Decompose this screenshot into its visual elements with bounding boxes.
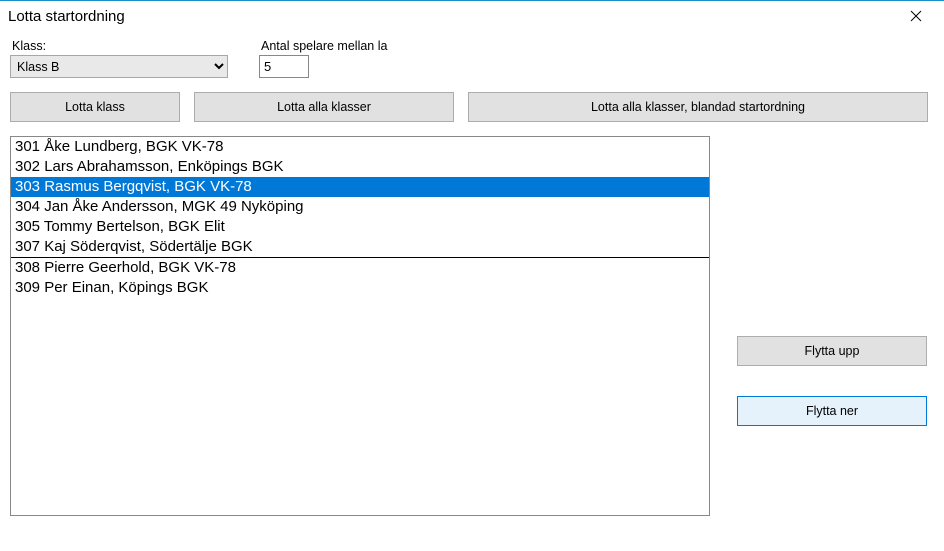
klass-field-group: Klass: Klass B xyxy=(10,39,255,78)
window-title: Lotta startordning xyxy=(8,8,125,25)
lotta-alla-button[interactable]: Lotta alla klasser xyxy=(194,92,454,122)
lotta-klass-button[interactable]: Lotta klass xyxy=(10,92,180,122)
dialog-window: Lotta startordning Klass: Klass B Antal … xyxy=(0,0,944,551)
klass-label: Klass: xyxy=(10,39,255,53)
klass-select[interactable]: Klass B xyxy=(10,55,228,78)
flytta-upp-button[interactable]: Flytta upp xyxy=(737,336,927,366)
list-item[interactable]: 302 Lars Abrahamsson, Enköpings BGK xyxy=(11,157,709,177)
list-item[interactable]: 307 Kaj Söderqvist, Södertälje BGK xyxy=(11,237,709,257)
list-item[interactable]: 303 Rasmus Bergqvist, BGK VK-78 xyxy=(11,177,709,197)
list-item[interactable]: 301 Åke Lundberg, BGK VK-78 xyxy=(11,137,709,157)
titlebar: Lotta startordning xyxy=(0,1,944,31)
list-item[interactable]: 304 Jan Åke Andersson, MGK 49 Nyköping xyxy=(11,197,709,217)
lotta-buttons-row: Lotta klass Lotta alla klasser Lotta all… xyxy=(10,92,934,122)
main-row: 301 Åke Lundberg, BGK VK-78302 Lars Abra… xyxy=(10,136,934,516)
antal-input[interactable] xyxy=(259,55,309,78)
antal-field-group: Antal spelare mellan la xyxy=(259,39,387,78)
content-area: Klass: Klass B Antal spelare mellan la L… xyxy=(0,31,944,551)
list-item[interactable]: 309 Per Einan, Köpings BGK xyxy=(11,278,709,298)
player-listbox[interactable]: 301 Åke Lundberg, BGK VK-78302 Lars Abra… xyxy=(10,136,710,516)
lotta-blandad-button[interactable]: Lotta alla klasser, blandad startordning xyxy=(468,92,928,122)
close-button[interactable] xyxy=(896,2,936,30)
close-icon xyxy=(910,10,922,22)
form-row: Klass: Klass B Antal spelare mellan la xyxy=(10,39,934,78)
list-item[interactable]: 305 Tommy Bertelson, BGK Elit xyxy=(11,217,709,237)
flytta-ner-button[interactable]: Flytta ner xyxy=(737,396,927,426)
antal-label: Antal spelare mellan la xyxy=(259,39,387,53)
side-buttons: Flytta upp Flytta ner xyxy=(730,136,934,516)
list-item[interactable]: 308 Pierre Geerhold, BGK VK-78 xyxy=(11,258,709,278)
